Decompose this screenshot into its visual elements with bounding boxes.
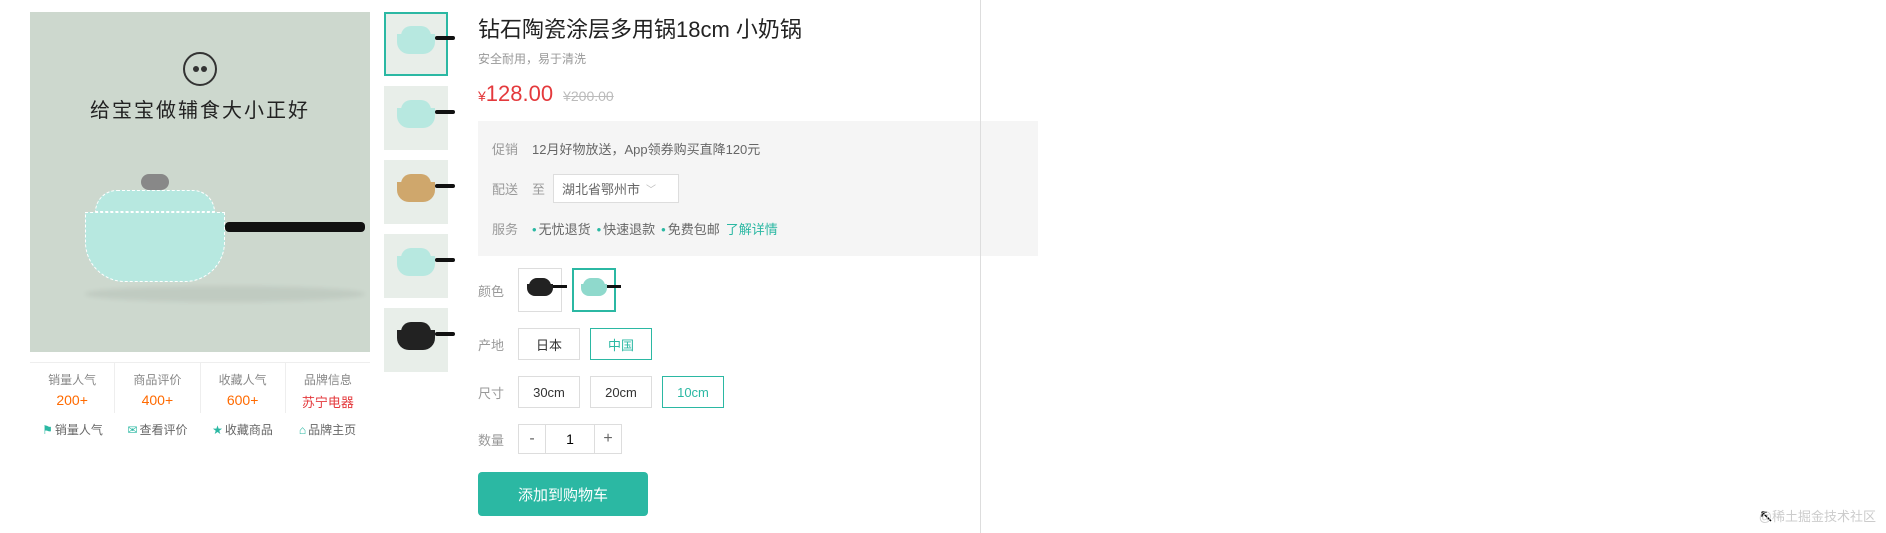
stat-3: 品牌信息苏宁电器 (286, 363, 370, 413)
shadow (85, 286, 365, 302)
service-label: 服务 (492, 219, 532, 238)
service-item: •快速退款 (597, 219, 656, 238)
size-option-1[interactable]: 20cm (590, 376, 652, 408)
stat-1: 商品评价 400+ (115, 363, 200, 413)
service-item: •免费包邮 (661, 219, 720, 238)
qty-label: 数量 (478, 430, 518, 449)
thumbnail-column (384, 12, 448, 516)
delivery-value: 湖北省鄂州市 (562, 179, 640, 198)
stat-label: 销量人气 (30, 371, 114, 388)
origin-option-0[interactable]: 日本 (518, 328, 580, 360)
stat-action-0[interactable]: ⚑销量人气 (30, 417, 115, 442)
pot-illustration (85, 212, 225, 282)
color-label: 颜色 (478, 281, 518, 300)
action-icon: ⌂ (299, 423, 306, 437)
qty-input[interactable] (546, 424, 594, 454)
vertical-divider (980, 0, 981, 533)
stat-2: 收藏人气 600+ (201, 363, 286, 413)
stat-action-3[interactable]: ⌂品牌主页 (285, 417, 370, 442)
origin-option-1[interactable]: 中国 (590, 328, 652, 360)
stat-action-1[interactable]: ✉查看评价 (115, 417, 200, 442)
stat-label: 收藏人气 (201, 371, 285, 388)
stat-label: 商品评价 (115, 371, 199, 388)
action-icon: ⚑ (42, 423, 53, 437)
chevron-down-icon: ﹀ (646, 181, 656, 196)
action-icon: ★ (212, 423, 223, 437)
size-label: 尺寸 (478, 383, 518, 402)
product-old-price: ¥200.00 (563, 88, 614, 104)
product-subtitle: 安全耐用，易于清洗 (478, 50, 1038, 67)
size-option-2[interactable]: 10cm (662, 376, 724, 408)
add-to-cart-button[interactable]: 添加到购物车 (478, 472, 648, 516)
color-option-black[interactable] (518, 268, 562, 312)
service-item: •无忧退货 (532, 219, 591, 238)
size-option-0[interactable]: 30cm (518, 376, 580, 408)
product-price: ¥128.00 (478, 81, 553, 107)
thumbnail-4[interactable] (384, 234, 448, 298)
stat-value: 200+ (30, 392, 114, 408)
stat-value: 苏宁电器 (286, 392, 370, 411)
service-detail-link[interactable]: 了解详情 (726, 219, 778, 238)
action-icon: ✉ (127, 423, 137, 437)
product-title: 钻石陶瓷涂层多用锅18cm 小奶锅 (478, 12, 1038, 44)
thumbnail-3[interactable] (384, 160, 448, 224)
qty-minus-button[interactable]: - (518, 424, 546, 454)
thumbnail-2[interactable] (384, 86, 448, 150)
delivery-label: 配送 (492, 179, 532, 198)
qty-plus-button[interactable]: + (594, 424, 622, 454)
delivery-select[interactable]: 湖北省鄂州市 ﹀ (553, 174, 679, 203)
stat-value: 600+ (201, 392, 285, 408)
stat-value: 400+ (115, 392, 199, 408)
color-option-teal[interactable] (572, 268, 616, 312)
stat-label: 品牌信息 (286, 371, 370, 388)
product-main-image: 给宝宝做辅食大小正好 (30, 12, 370, 352)
thumbnail-1[interactable] (384, 12, 448, 76)
promo-label: 促销 (492, 139, 532, 158)
origin-label: 产地 (478, 335, 518, 354)
main-image-caption: 给宝宝做辅食大小正好 (90, 94, 310, 123)
promo-text: 12月好物放送，App领券购买直降120元 (532, 139, 760, 158)
stat-action-2[interactable]: ★收藏商品 (200, 417, 285, 442)
stat-0: 销量人气 200+ (30, 363, 115, 413)
baby-icon (183, 52, 217, 86)
thumbnail-5[interactable] (384, 308, 448, 372)
watermark: @稀土掘金技术社区 (1759, 506, 1876, 525)
delivery-to: 至 (532, 179, 545, 198)
